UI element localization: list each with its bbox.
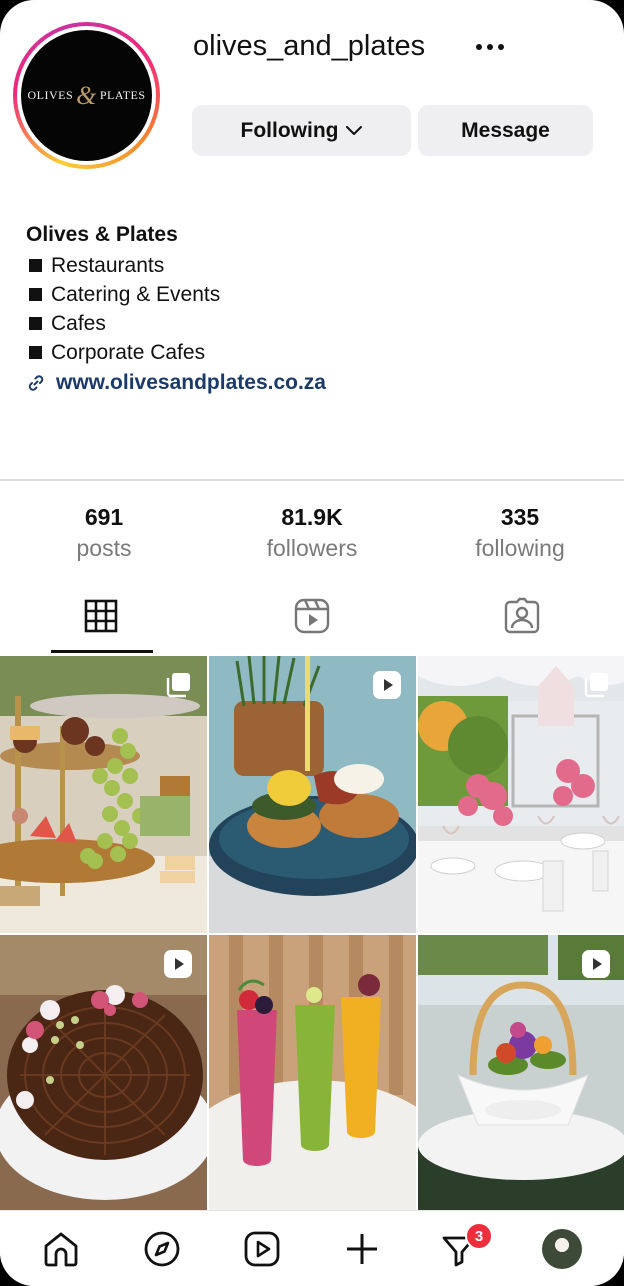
bullet-square-icon	[29, 259, 42, 272]
reels-icon	[294, 598, 330, 634]
nav-home[interactable]	[39, 1227, 83, 1271]
explore-icon	[144, 1231, 180, 1267]
link-icon	[28, 375, 44, 391]
post-thumbnail[interactable]	[0, 656, 207, 933]
notification-badge: 3	[465, 1222, 493, 1250]
post-thumbnail[interactable]	[209, 935, 416, 1212]
bottom-navigation	[0, 1210, 624, 1286]
section-divider	[0, 479, 624, 481]
bio-line: Catering & Events	[26, 280, 586, 309]
tab-posts-grid[interactable]	[81, 596, 121, 636]
reel-icon	[373, 671, 401, 699]
website-link-text[interactable]: www.olivesandplates.co.za	[56, 371, 326, 395]
reels-icon	[244, 1231, 280, 1267]
bio-display-name: Olives & Plates	[26, 223, 178, 246]
home-icon	[44, 1232, 78, 1267]
profile-avatar	[542, 1229, 582, 1269]
profile-avatar-story-ring[interactable]: OLIVES & PLATES	[13, 22, 160, 169]
bio-website-link[interactable]: www.olivesandplates.co.za	[26, 368, 586, 398]
tab-reels[interactable]	[292, 596, 332, 636]
bio-line: Cafes	[26, 309, 586, 338]
create-icon	[347, 1234, 377, 1264]
grid-icon	[84, 599, 118, 633]
following-count: 335	[500, 504, 540, 530]
tagged-icon	[504, 597, 540, 634]
profile-bio: Olives & Plates Restaurants Catering & E…	[26, 221, 586, 398]
avatar-logo-amp: &	[76, 80, 97, 110]
bullet-square-icon	[29, 317, 42, 330]
reel-icon	[582, 950, 610, 978]
stat-posts[interactable]: 691 posts	[14, 503, 194, 565]
carousel-icon	[166, 673, 190, 698]
posts-label: posts	[76, 535, 132, 561]
post-thumbnail[interactable]	[418, 656, 624, 933]
post-thumbnail[interactable]	[209, 656, 416, 933]
followers-label: followers	[266, 535, 358, 561]
post-thumbnail[interactable]	[418, 935, 624, 1212]
following-button[interactable]: Following	[192, 105, 411, 156]
avatar-logo-text-left: OLIVES	[27, 88, 74, 102]
carousel-icon	[584, 673, 608, 698]
bio-line: Corporate Cafes	[26, 338, 586, 367]
followers-count: 81.9K	[281, 504, 343, 530]
profile-screen: OLIVES & PLATES olives_and_plates Follow…	[0, 0, 624, 1286]
following-label: following	[475, 535, 565, 561]
avatar-logo-text-right: PLATES	[99, 88, 146, 102]
bio-line: Restaurants	[26, 251, 586, 280]
profile-avatar: OLIVES & PLATES	[21, 30, 152, 161]
chevron-down-icon	[346, 125, 363, 135]
message-button-label: Message	[461, 118, 550, 142]
selected-tab-indicator	[51, 650, 153, 653]
stat-followers[interactable]: 81.9K followers	[222, 503, 402, 565]
message-button[interactable]: Message	[418, 105, 593, 156]
bullet-square-icon	[29, 346, 42, 359]
following-button-label: Following	[240, 118, 339, 142]
nav-reels[interactable]	[240, 1227, 284, 1271]
tab-tagged[interactable]	[502, 596, 542, 636]
more-options-icon[interactable]	[470, 30, 510, 64]
reel-icon	[164, 950, 192, 978]
nav-explore[interactable]	[140, 1227, 184, 1271]
nav-create[interactable]	[340, 1227, 384, 1271]
nav-profile[interactable]	[540, 1227, 584, 1271]
posts-count: 691	[84, 504, 124, 530]
stat-following[interactable]: 335 following	[430, 503, 610, 565]
post-thumbnail[interactable]	[0, 935, 207, 1212]
bullet-square-icon	[29, 288, 42, 301]
profile-username: olives_and_plates	[193, 30, 426, 62]
